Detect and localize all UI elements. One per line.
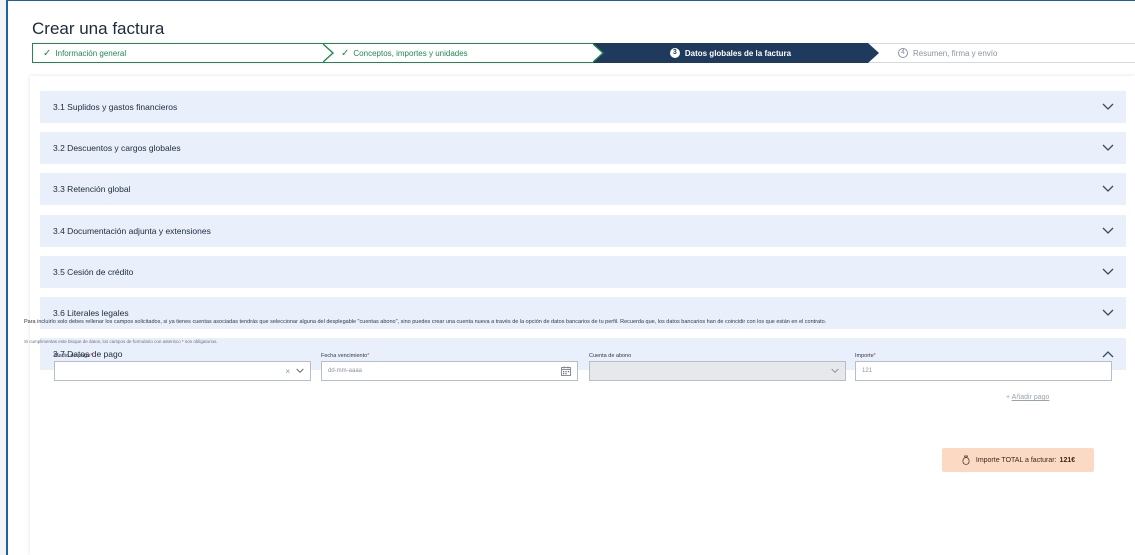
required-asterisk: *: [367, 353, 370, 359]
step-label: Resumen, firma y envío: [913, 48, 998, 58]
required-asterisk: *: [181, 339, 184, 344]
importe-label: Importe*: [855, 353, 876, 359]
chevron-down-icon[interactable]: [1102, 227, 1114, 235]
total-amount: 121€: [1059, 456, 1076, 464]
step-label: Información general: [55, 48, 127, 58]
step-label: Conceptos, importes y unidades: [353, 48, 468, 58]
chevron-down-icon[interactable]: [1102, 103, 1114, 111]
step-number: 3: [669, 48, 680, 58]
required-asterisk: *: [90, 353, 93, 359]
clear-icon[interactable]: ×: [285, 367, 290, 376]
section-cesion[interactable]: 3.5 Cesión de crédito: [40, 256, 1126, 288]
required-asterisk: *: [873, 353, 876, 359]
plus-icon: +: [1006, 394, 1011, 401]
step-conceptos[interactable]: ✓ Conceptos, importes y unidades: [323, 43, 604, 63]
note-prefix: Si cumplimentas este bloque de datos, lo…: [24, 339, 181, 344]
page-title: Crear una factura: [32, 19, 165, 38]
section-label: 3.2 Descuentos y cargos globales: [53, 143, 181, 153]
section-label: 3.4 Documentación adjunta y extensiones: [53, 226, 211, 236]
medio-pago-select[interactable]: ×: [54, 361, 311, 381]
payment-intro-text: Para incluirlo solo debes rellenar los c…: [24, 319, 827, 325]
chevron-down-icon[interactable]: [1102, 268, 1114, 276]
section-label: 3.6 Literales legales: [53, 308, 129, 318]
chevron-down-icon[interactable]: [1102, 185, 1114, 193]
cuenta-abono-select[interactable]: [589, 361, 846, 381]
chevron-up-icon[interactable]: [1102, 350, 1114, 358]
calendar-icon[interactable]: [561, 366, 571, 376]
step-arrow: [322, 43, 334, 63]
importe-input[interactable]: 121: [855, 361, 1112, 381]
fecha-vencimiento-label: Fecha vencimiento*: [321, 353, 369, 359]
chevron-down-icon[interactable]: [1102, 309, 1114, 317]
check-icon: ✓: [341, 47, 350, 59]
add-payment-link[interactable]: + Añadir pago: [1006, 394, 1049, 401]
form-card: 3.1 Suplidos y gastos financieros 3.2 De…: [30, 76, 1135, 555]
section-documentacion[interactable]: 3.4 Documentación adjunta y extensiones: [40, 215, 1126, 247]
chevron-down-icon[interactable]: [296, 368, 304, 374]
section-retencion[interactable]: 3.3 Retención global: [40, 173, 1126, 205]
step-number: 4: [898, 48, 908, 58]
step-datos-globales[interactable]: 3 Datos globales de la factura: [593, 43, 879, 63]
money-bag-icon: [962, 455, 970, 465]
chevron-down-icon: [831, 368, 839, 374]
step-arrow: [868, 43, 879, 63]
total-badge: Importe TOTAL a facturar: 121€: [942, 448, 1094, 472]
total-label: Importe TOTAL a facturar:: [975, 456, 1057, 464]
medio-pago-label-text: Medio de pago: [54, 353, 91, 359]
section-label: 3.5 Cesión de crédito: [53, 267, 134, 277]
step-arrow: [592, 43, 604, 63]
wizard-stepper: ✓ Información general ✓ Conceptos, impor…: [32, 43, 1135, 63]
note-suffix: son obligatorios.: [184, 339, 218, 344]
medio-pago-label: Medio de pago*: [54, 353, 93, 359]
fecha-placeholder: dd-mm-aaaa: [328, 368, 363, 374]
add-payment-label: Añadir pago: [1011, 394, 1050, 401]
fecha-vencimiento-input[interactable]: dd-mm-aaaa: [321, 361, 578, 381]
chevron-down-icon[interactable]: [1102, 144, 1114, 152]
section-label: 3.3 Retención global: [53, 184, 131, 194]
cuenta-abono-label: Cuenta de abono: [589, 353, 632, 359]
step-resumen[interactable]: 4 Resumen, firma y envío: [868, 43, 1135, 63]
importe-placeholder: 121: [862, 368, 873, 374]
importe-label-text: Importe: [855, 353, 874, 359]
step-label: Datos globales de la factura: [684, 48, 792, 58]
fecha-label-text: Fecha vencimiento: [321, 353, 368, 359]
check-icon: ✓: [43, 47, 52, 59]
section-suplidos[interactable]: 3.1 Suplidos y gastos financieros: [40, 91, 1126, 123]
section-label: 3.1 Suplidos y gastos financieros: [53, 102, 178, 112]
required-note: Si cumplimentas este bloque de datos, lo…: [24, 339, 218, 344]
step-informacion-general[interactable]: ✓ Información general: [32, 43, 334, 63]
section-descuentos[interactable]: 3.2 Descuentos y cargos globales: [40, 132, 1126, 164]
